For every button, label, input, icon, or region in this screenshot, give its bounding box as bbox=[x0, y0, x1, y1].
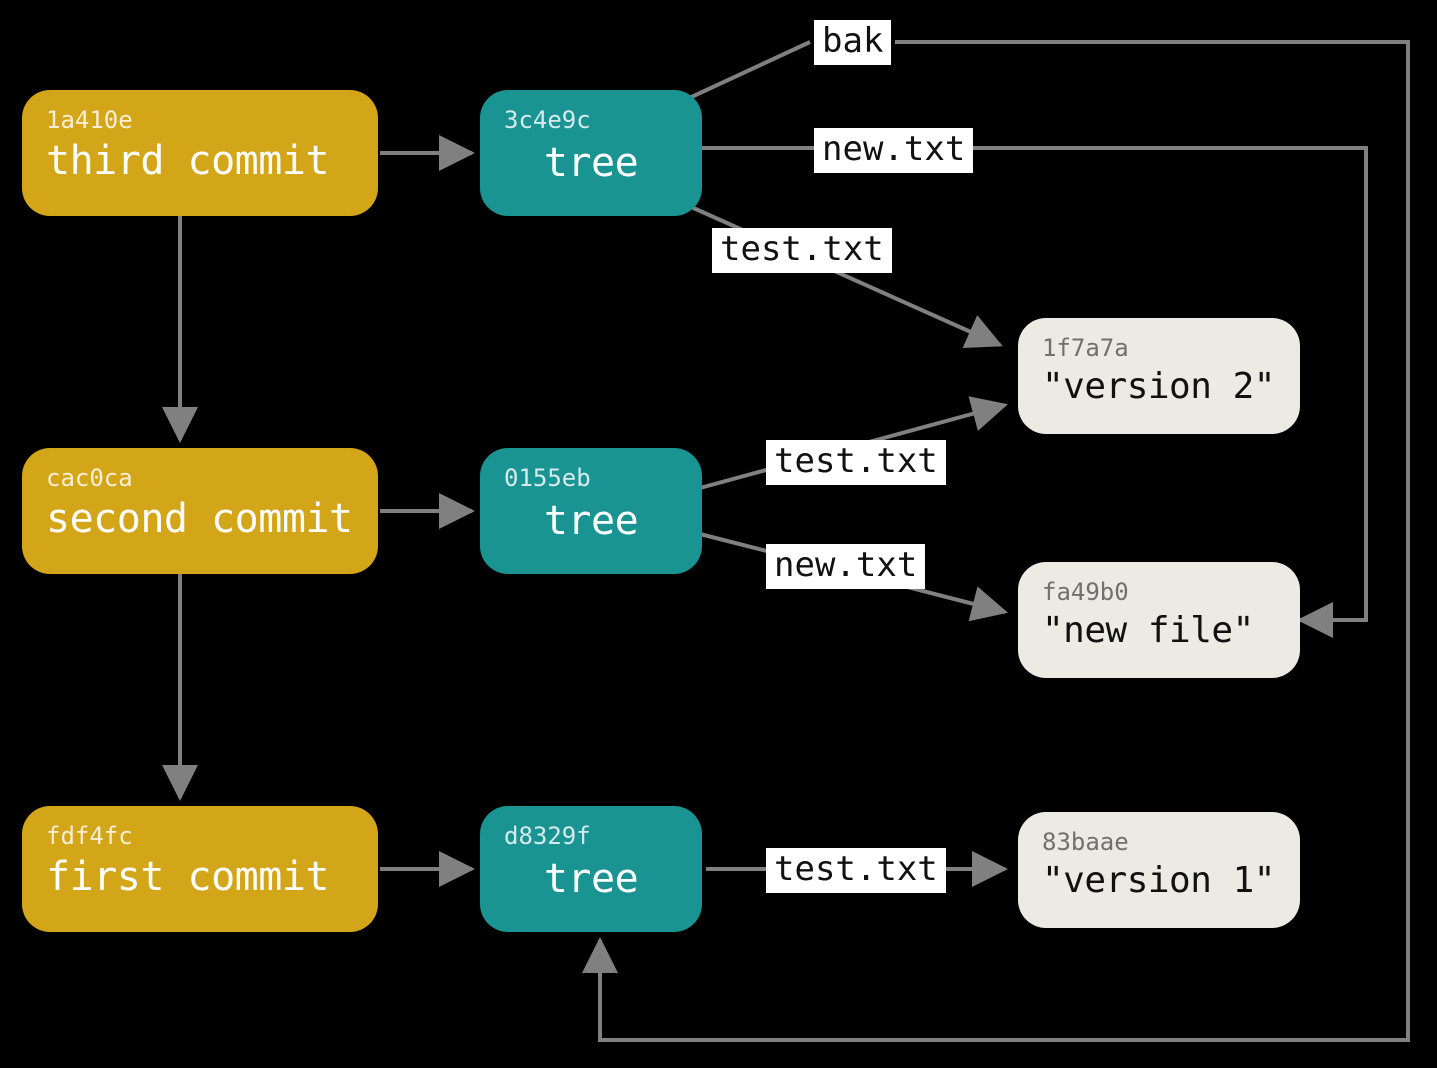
commit-second: cac0ca second commit bbox=[22, 448, 378, 574]
edge-label-bak: bak bbox=[814, 20, 891, 65]
edge-label-new-txt-mid: new.txt bbox=[766, 544, 925, 589]
tree-label: tree bbox=[504, 140, 678, 186]
commit-label: second commit bbox=[46, 496, 354, 542]
tree-label: tree bbox=[504, 856, 678, 902]
blob-content: "version 1" bbox=[1042, 860, 1276, 901]
commit-label: third commit bbox=[46, 138, 354, 184]
tree-d8329f: d8329f tree bbox=[480, 806, 702, 932]
commit-hash: fdf4fc bbox=[46, 822, 354, 850]
tree-hash: d8329f bbox=[504, 822, 678, 850]
blob-83baae: 83baae "version 1" bbox=[1018, 812, 1300, 928]
blob-hash: fa49b0 bbox=[1042, 578, 1276, 606]
commit-third: 1a410e third commit bbox=[22, 90, 378, 216]
commit-first: fdf4fc first commit bbox=[22, 806, 378, 932]
commit-hash: 1a410e bbox=[46, 106, 354, 134]
blob-1f7a7a: 1f7a7a "version 2" bbox=[1018, 318, 1300, 434]
edge-label-test-txt-bottom: test.txt bbox=[766, 848, 946, 893]
tree-hash: 3c4e9c bbox=[504, 106, 678, 134]
edge-label-new-txt-top: new.txt bbox=[814, 128, 973, 173]
blob-hash: 1f7a7a bbox=[1042, 334, 1276, 362]
blob-content: "new file" bbox=[1042, 610, 1276, 651]
edge-label-test-txt-mid: test.txt bbox=[766, 440, 946, 485]
tree-3c4e9c: 3c4e9c tree bbox=[480, 90, 702, 216]
commit-hash: cac0ca bbox=[46, 464, 354, 492]
blob-hash: 83baae bbox=[1042, 828, 1276, 856]
tree-hash: 0155eb bbox=[504, 464, 678, 492]
commit-label: first commit bbox=[46, 854, 354, 900]
edge-label-test-txt-top: test.txt bbox=[712, 228, 892, 273]
tree-label: tree bbox=[504, 498, 678, 544]
blob-fa49b0: fa49b0 "new file" bbox=[1018, 562, 1300, 678]
blob-content: "version 2" bbox=[1042, 366, 1276, 407]
tree-0155eb: 0155eb tree bbox=[480, 448, 702, 574]
